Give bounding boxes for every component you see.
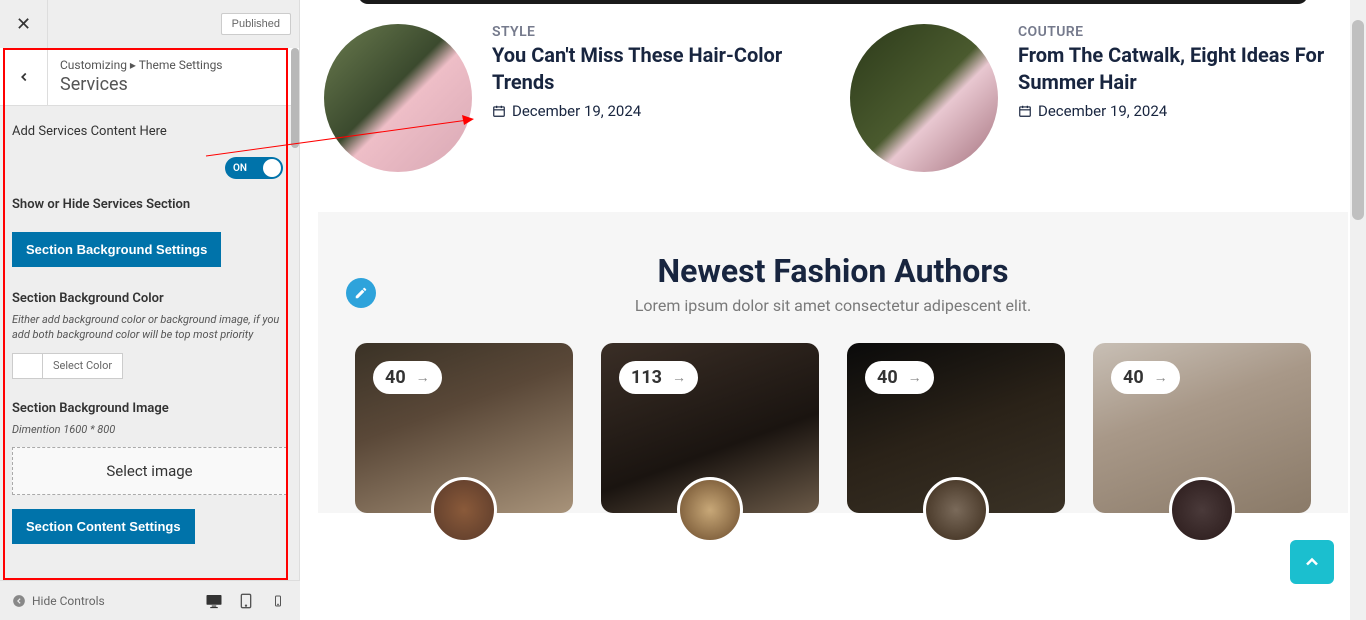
device-preview-group — [204, 591, 288, 611]
customizer-sidebar: ✕ Published Customizing ▸ Theme Settings… — [0, 0, 300, 620]
hero-edge — [358, 0, 1308, 4]
post-count-badge: 40 → — [1111, 361, 1180, 394]
article-body: COUTURE From The Catwalk, Eight Ideas Fo… — [1018, 24, 1342, 172]
hide-controls-button[interactable]: Hide Controls — [12, 594, 105, 608]
publish-status-button[interactable]: Published — [221, 13, 291, 35]
badge-count: 40 — [1123, 367, 1144, 388]
article-category: STYLE — [492, 24, 816, 40]
article-card[interactable]: STYLE You Can't Miss These Hair-Color Tr… — [324, 24, 816, 172]
edit-section-button[interactable] — [346, 278, 376, 308]
sidebar-scrollbar[interactable] — [291, 48, 299, 148]
articles-row: STYLE You Can't Miss These Hair-Color Tr… — [318, 10, 1348, 212]
author-card[interactable]: 40 → — [1093, 343, 1311, 513]
tablet-preview-button[interactable] — [236, 591, 256, 611]
breadcrumb: Customizing ▸ Theme Settings — [60, 58, 223, 72]
author-avatar — [1169, 477, 1235, 543]
preview-content: STYLE You Can't Miss These Hair-Color Tr… — [300, 0, 1366, 620]
collapse-icon — [12, 594, 26, 608]
badge-count: 40 — [385, 367, 406, 388]
scrollbar-thumb[interactable] — [1352, 20, 1364, 220]
article-card[interactable]: COUTURE From The Catwalk, Eight Ideas Fo… — [850, 24, 1342, 172]
color-swatch-icon — [13, 354, 43, 378]
select-image-button[interactable]: Select image — [12, 447, 287, 495]
page-title: Services — [60, 74, 223, 95]
authors-section: Newest Fashion Authors Lorem ipsum dolor… — [318, 212, 1348, 513]
window-scrollbar[interactable] — [1350, 0, 1366, 620]
author-avatar — [923, 477, 989, 543]
authors-grid: 40 → 113 → 40 → — [338, 343, 1328, 513]
calendar-icon — [1018, 104, 1032, 118]
show-hide-section-label: Show or Hide Services Section — [12, 197, 287, 212]
article-title: You Can't Miss These Hair-Color Trends — [492, 42, 816, 96]
toggle-on-label: ON — [233, 163, 247, 174]
sidebar-topbar: ✕ Published — [0, 0, 299, 48]
section-bg-settings-button[interactable]: Section Background Settings — [12, 232, 221, 267]
article-date-text: December 19, 2024 — [1038, 102, 1167, 120]
mobile-preview-button[interactable] — [268, 591, 288, 611]
panel-head-text: Customizing ▸ Theme Settings Services — [48, 48, 235, 105]
author-card[interactable]: 113 → — [601, 343, 819, 513]
close-button[interactable]: ✕ — [0, 0, 48, 48]
article-thumbnail — [324, 24, 472, 172]
bottom-toolbar: Hide Controls — [0, 580, 300, 620]
authors-section-title: Newest Fashion Authors — [338, 252, 1328, 290]
chevron-left-icon — [17, 70, 31, 84]
select-color-label: Select Color — [43, 355, 122, 376]
desktop-icon — [205, 592, 223, 610]
toggle-knob-icon — [263, 159, 281, 177]
calendar-icon — [492, 104, 506, 118]
article-category: COUTURE — [1018, 24, 1342, 40]
bg-image-heading: Section Background Image — [12, 401, 287, 416]
preview-frame: STYLE You Can't Miss These Hair-Color Tr… — [300, 0, 1366, 620]
article-date: December 19, 2024 — [492, 102, 816, 120]
toggle-row: ON — [12, 157, 283, 179]
badge-count: 113 — [631, 367, 662, 388]
tablet-icon — [238, 592, 254, 610]
arrow-right-icon: → — [908, 369, 922, 386]
authors-section-subtitle: Lorem ipsum dolor sit amet consectetur a… — [338, 296, 1328, 315]
arrow-right-icon: → — [416, 369, 430, 386]
mobile-icon — [272, 592, 284, 610]
bg-color-hint: Either add background color or backgroun… — [12, 312, 287, 343]
desktop-preview-button[interactable] — [204, 591, 224, 611]
section-content-settings-button[interactable]: Section Content Settings — [12, 509, 195, 544]
panel-heading: Customizing ▸ Theme Settings Services — [0, 48, 299, 106]
article-date: December 19, 2024 — [1018, 102, 1342, 120]
back-button[interactable] — [0, 48, 48, 105]
post-count-badge: 113 → — [619, 361, 698, 394]
author-card[interactable]: 40 → — [847, 343, 1065, 513]
add-services-label: Add Services Content Here — [12, 124, 287, 139]
author-avatar — [677, 477, 743, 543]
panel-body: Add Services Content Here ON Show or Hid… — [0, 124, 299, 544]
author-avatar — [431, 477, 497, 543]
bg-image-hint: Dimention 1600 * 800 — [12, 422, 287, 437]
article-title: From The Catwalk, Eight Ideas For Summer… — [1018, 42, 1342, 96]
chevron-up-icon — [1302, 552, 1322, 572]
show-hide-toggle[interactable]: ON — [225, 157, 283, 179]
post-count-badge: 40 → — [373, 361, 442, 394]
arrow-right-icon: → — [1154, 369, 1168, 386]
hide-controls-label: Hide Controls — [32, 594, 105, 608]
post-count-badge: 40 → — [865, 361, 934, 394]
pencil-icon — [354, 286, 368, 300]
article-date-text: December 19, 2024 — [512, 102, 641, 120]
arrow-right-icon: → — [672, 369, 686, 386]
scroll-to-top-button[interactable] — [1290, 540, 1334, 584]
author-card[interactable]: 40 → — [355, 343, 573, 513]
bg-color-heading: Section Background Color — [12, 291, 287, 306]
article-thumbnail — [850, 24, 998, 172]
badge-count: 40 — [877, 367, 898, 388]
color-picker-button[interactable]: Select Color — [12, 353, 123, 379]
article-body: STYLE You Can't Miss These Hair-Color Tr… — [492, 24, 816, 172]
